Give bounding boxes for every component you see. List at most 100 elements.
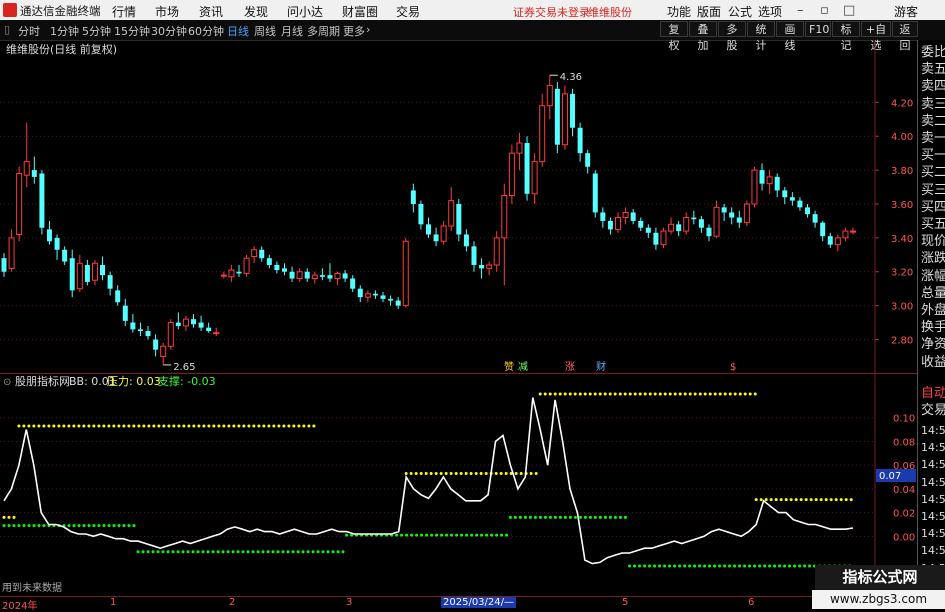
candle[interactable] xyxy=(660,227,667,249)
candle[interactable] xyxy=(743,200,750,227)
candle[interactable] xyxy=(364,290,371,303)
side-panel-item[interactable]: 换手 xyxy=(921,319,945,336)
event-mark-reduce[interactable]: 减 xyxy=(518,361,528,373)
period-monthly[interactable]: 月线 xyxy=(281,23,303,39)
menu-item-ask[interactable]: 问小达 xyxy=(287,3,323,20)
menu-item-news[interactable]: 资讯 xyxy=(199,3,223,20)
period-intraday[interactable]: 分时 xyxy=(18,23,40,39)
event-mark-dollar[interactable]: $ xyxy=(730,362,736,373)
candle[interactable] xyxy=(546,75,553,120)
trade-label[interactable]: 交易 xyxy=(921,402,945,419)
candle[interactable] xyxy=(463,229,469,252)
indicator-chart[interactable]: 0.100.080.060.040.020.00 ⊙ 股朋指标网 BB: 0.0… xyxy=(0,374,917,596)
candle[interactable] xyxy=(167,319,174,350)
side-panel-item[interactable]: 买三 xyxy=(921,182,945,199)
candle[interactable] xyxy=(327,263,333,282)
candle[interactable] xyxy=(561,85,568,150)
candle[interactable] xyxy=(107,271,113,296)
period-daily[interactable]: 日线 xyxy=(227,23,249,39)
candle[interactable] xyxy=(39,170,45,235)
candle[interactable] xyxy=(175,312,181,330)
candle[interactable] xyxy=(115,285,121,306)
candle[interactable] xyxy=(137,322,143,337)
stats-button[interactable]: 统计 xyxy=(747,21,775,52)
side-panel-item[interactable]: 卖三 xyxy=(921,96,945,113)
candle[interactable] xyxy=(812,210,818,228)
candle[interactable] xyxy=(426,217,431,238)
candle[interactable] xyxy=(402,237,409,308)
candle[interactable] xyxy=(31,156,37,184)
period-weekly[interactable]: 周线 xyxy=(254,23,276,39)
period-multi[interactable]: 多周期 xyxy=(307,23,340,39)
period-more[interactable]: 更多 xyxy=(343,23,365,39)
candle[interactable] xyxy=(311,271,318,284)
candle[interactable] xyxy=(630,209,636,225)
candle[interactable] xyxy=(501,183,508,286)
candle[interactable] xyxy=(433,227,439,247)
candle[interactable] xyxy=(516,132,523,171)
candle[interactable] xyxy=(266,254,272,269)
candle[interactable] xyxy=(691,210,697,225)
candle[interactable] xyxy=(243,254,250,277)
menu-item-discover[interactable]: 发现 xyxy=(244,3,268,20)
side-panel-item[interactable]: 卖二 xyxy=(921,113,945,130)
event-mark-finance[interactable]: 财 xyxy=(596,360,606,373)
period-15min[interactable]: 15分钟 xyxy=(114,23,150,39)
candle[interactable] xyxy=(69,249,75,298)
indicator-settings-icon[interactable]: ⊙ xyxy=(3,377,11,388)
fullscreen-icon[interactable]: □ xyxy=(843,3,855,18)
back-button[interactable]: 返回 xyxy=(892,21,918,52)
candle[interactable] xyxy=(236,264,242,277)
candle[interactable] xyxy=(676,220,682,237)
candle[interactable] xyxy=(334,271,341,286)
draw-button[interactable]: 画线 xyxy=(776,21,804,52)
candle[interactable] xyxy=(827,232,833,249)
candle[interactable] xyxy=(160,342,167,365)
adjust-button[interactable]: 复权 xyxy=(660,21,688,52)
candle[interactable] xyxy=(524,136,530,201)
side-panel-item[interactable]: 收益 xyxy=(921,354,945,371)
period-1min[interactable]: 1分钟 xyxy=(50,23,79,39)
side-panel-item[interactable]: 总量 xyxy=(921,285,945,302)
candle[interactable] xyxy=(706,224,712,242)
candle[interactable] xyxy=(759,163,765,191)
candle[interactable] xyxy=(585,149,591,174)
candle[interactable] xyxy=(834,234,841,252)
candle[interactable] xyxy=(797,197,803,211)
side-panel-item[interactable]: 净资 xyxy=(921,336,945,353)
candle[interactable] xyxy=(395,297,401,310)
candle[interactable] xyxy=(554,82,560,154)
side-panel-item[interactable]: 买五 xyxy=(921,216,945,233)
candle[interactable] xyxy=(531,153,538,204)
candle[interactable] xyxy=(191,314,197,328)
guest-label[interactable]: 游客 xyxy=(894,3,918,20)
side-panel-item[interactable]: 卖五 xyxy=(921,61,945,78)
candle[interactable] xyxy=(782,187,788,204)
candle[interactable] xyxy=(698,215,704,233)
title-chevron-icon[interactable]: ⌄ xyxy=(106,45,114,56)
candle[interactable] xyxy=(479,258,485,279)
candle[interactable] xyxy=(91,259,98,286)
candle[interactable] xyxy=(372,290,378,299)
side-panel-item[interactable]: 卖一 xyxy=(921,130,945,147)
candle[interactable] xyxy=(729,207,735,225)
candle[interactable] xyxy=(76,254,83,293)
candle[interactable] xyxy=(766,170,773,194)
candle[interactable] xyxy=(668,217,675,235)
candle[interactable] xyxy=(615,212,622,233)
candle[interactable] xyxy=(289,266,295,282)
side-panel-item[interactable]: 涨幅 xyxy=(921,268,945,285)
panel-toggle-icon[interactable]: ▯ xyxy=(4,23,10,36)
candle[interactable] xyxy=(570,88,576,137)
side-panel-item[interactable]: 买一 xyxy=(921,147,945,164)
side-panel-item[interactable]: 现价 xyxy=(921,233,945,250)
candle[interactable] xyxy=(388,295,394,306)
candle[interactable] xyxy=(228,264,235,282)
candle[interactable] xyxy=(622,207,629,225)
minimize-icon[interactable]: – xyxy=(797,3,804,18)
candle[interactable] xyxy=(213,327,220,337)
candle[interactable] xyxy=(122,298,128,326)
candle[interactable] xyxy=(145,325,151,340)
candle[interactable] xyxy=(448,187,455,232)
candle[interactable] xyxy=(471,241,477,272)
